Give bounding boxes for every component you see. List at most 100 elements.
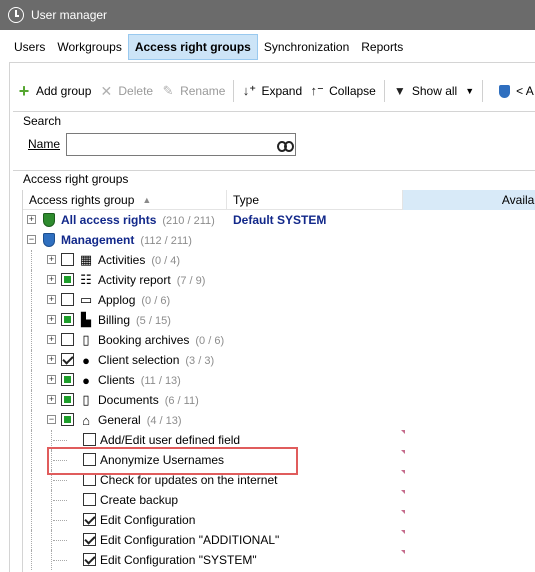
- row-label-text: Billing: [98, 313, 131, 327]
- row-checkbox[interactable]: [61, 373, 74, 386]
- row-checkbox[interactable]: [61, 273, 74, 286]
- expand-node-icon[interactable]: +: [47, 275, 56, 284]
- expand-node-icon[interactable]: +: [47, 335, 56, 344]
- tree-row[interactable]: + ▦ Activities (0 / 4): [23, 250, 535, 270]
- row-checkbox[interactable]: [83, 513, 96, 526]
- shield-shape: [43, 213, 55, 227]
- chevron-down-icon[interactable]: ▼: [465, 86, 474, 96]
- tree-row[interactable]: Create backup: [23, 490, 535, 510]
- row-checkbox[interactable]: [61, 253, 74, 266]
- tree-row[interactable]: + ☷ Activity report (7 / 9): [23, 270, 535, 290]
- delete-button[interactable]: ✕ Delete: [95, 79, 157, 103]
- green-shield-icon: [41, 212, 57, 228]
- expand-node-icon[interactable]: +: [47, 395, 56, 404]
- row-checkbox[interactable]: [61, 353, 74, 366]
- row-count: (4 / 13): [146, 415, 182, 427]
- column-header-available[interactable]: Availab: [403, 190, 535, 210]
- tree-row[interactable]: + ▭ Applog (0 / 6): [23, 290, 535, 310]
- grid-icon: ▦: [79, 252, 93, 267]
- column-header-label: Type: [233, 193, 260, 207]
- expand-node-icon[interactable]: +: [47, 315, 56, 324]
- tree-line: [31, 490, 32, 510]
- client-selection-icon: ●: [82, 352, 90, 368]
- truncated-button[interactable]: < A: [487, 79, 535, 103]
- column-header-label: Availab: [501, 193, 535, 207]
- search-group: Search Name: [13, 111, 535, 161]
- column-header-type[interactable]: Type: [227, 190, 403, 210]
- tab-workgroups[interactable]: Workgroups: [51, 34, 127, 60]
- tree-row[interactable]: + All access rights (210 / 211) Default SYS…: [23, 210, 535, 230]
- grid-header: Access rights group ▲ Type Availab: [23, 190, 535, 210]
- tree-line: [31, 370, 32, 390]
- row-checkbox[interactable]: [61, 393, 74, 406]
- row-label-text: Booking archives: [98, 333, 190, 347]
- tab-reports[interactable]: Reports: [355, 34, 409, 60]
- row-checkbox[interactable]: [61, 313, 74, 326]
- expand-button[interactable]: ↓⁺ Expand: [238, 79, 306, 103]
- tree-line: [31, 250, 32, 270]
- note-marker-icon: [401, 470, 405, 474]
- row-checkbox[interactable]: [83, 433, 96, 446]
- row-label: Billing (5 / 15): [98, 313, 171, 327]
- tree-line: [31, 530, 32, 550]
- expand-label: Expand: [261, 84, 303, 98]
- tree-row[interactable]: − ⌂ General (4 / 13): [23, 410, 535, 430]
- row-label: All access rights (210 / 211): [61, 213, 215, 227]
- collapse-button[interactable]: ↑⁻ Collapse: [306, 79, 380, 103]
- row-label: Booking archives (0 / 6): [98, 333, 224, 347]
- row-label-text: Check for updates on the internet: [100, 473, 278, 487]
- collapse-node-icon[interactable]: −: [27, 235, 36, 244]
- row-count: (0 / 4): [151, 255, 181, 267]
- row-label-text: Edit Configuration "ADDITIONAL": [100, 533, 280, 547]
- tree-row[interactable]: + ● Clients (11 / 13): [23, 370, 535, 390]
- expand-node-icon[interactable]: +: [47, 295, 56, 304]
- row-checkbox[interactable]: [61, 293, 74, 306]
- expand-node-icon[interactable]: +: [27, 215, 36, 224]
- booking-archive-icon: ▯: [82, 332, 90, 347]
- tree-line: [51, 550, 52, 570]
- tab-access-right-groups[interactable]: Access right groups: [127, 34, 258, 60]
- name-input[interactable]: [66, 133, 296, 156]
- plus-icon: +: [18, 81, 30, 101]
- tab-synchronization[interactable]: Synchronization: [258, 34, 355, 60]
- menu-bar: Users Workgroups Access right groups Syn…: [0, 34, 535, 60]
- tree-row[interactable]: + ▯ Documents (6 / 11): [23, 390, 535, 410]
- tree-rows: + All access rights (210 / 211) Default SYS…: [23, 210, 535, 570]
- row-count: (112 / 211): [140, 235, 192, 247]
- tree-row[interactable]: + ▯ Booking archives (0 / 6): [23, 330, 535, 350]
- tree-row[interactable]: + ▙ Billing (5 / 15): [23, 310, 535, 330]
- add-group-button[interactable]: + Add group: [13, 79, 95, 103]
- row-label: General (4 / 13): [98, 413, 182, 427]
- tab-users[interactable]: Users: [0, 34, 51, 60]
- rename-button[interactable]: ✎ Rename: [157, 79, 229, 103]
- tree-line: [51, 510, 52, 530]
- row-checkbox[interactable]: [83, 533, 96, 546]
- tree-row[interactable]: Edit Configuration: [23, 510, 535, 530]
- tree-row[interactable]: Edit Configuration "ADDITIONAL": [23, 530, 535, 550]
- tree-line: [53, 440, 67, 441]
- expand-node-icon[interactable]: +: [47, 375, 56, 384]
- row-checkbox[interactable]: [83, 553, 96, 566]
- binoculars-icon[interactable]: [277, 138, 294, 152]
- row-checkbox[interactable]: [61, 413, 74, 426]
- tree-row[interactable]: Edit Configuration "SYSTEM": [23, 550, 535, 570]
- tree-row[interactable]: − Management (112 / 211): [23, 230, 535, 250]
- column-header-access-rights-group[interactable]: Access rights group ▲: [23, 190, 227, 210]
- tree-line: [31, 290, 32, 310]
- show-all-button[interactable]: ▼ Show all ▼: [389, 79, 478, 103]
- row-label: Edit Configuration "ADDITIONAL": [100, 533, 279, 547]
- expand-node-icon[interactable]: +: [47, 255, 56, 264]
- window-title: User manager: [31, 8, 108, 22]
- access-rights-tree-grid: Access rights group ▲ Type Availab + All …: [22, 190, 535, 572]
- row-label: Clients (11 / 13): [98, 373, 181, 387]
- row-label-text: Add/Edit user defined field: [100, 433, 241, 447]
- rename-icon: ✎: [162, 83, 174, 98]
- tree-row[interactable]: + ● Client selection (3 / 3): [23, 350, 535, 370]
- row-checkbox[interactable]: [61, 333, 74, 346]
- collapse-node-icon[interactable]: −: [47, 415, 56, 424]
- tree-line: [53, 480, 67, 481]
- row-checkbox[interactable]: [83, 493, 96, 506]
- highlight-box: [47, 447, 298, 475]
- tree-line: [53, 520, 67, 521]
- expand-node-icon[interactable]: +: [47, 355, 56, 364]
